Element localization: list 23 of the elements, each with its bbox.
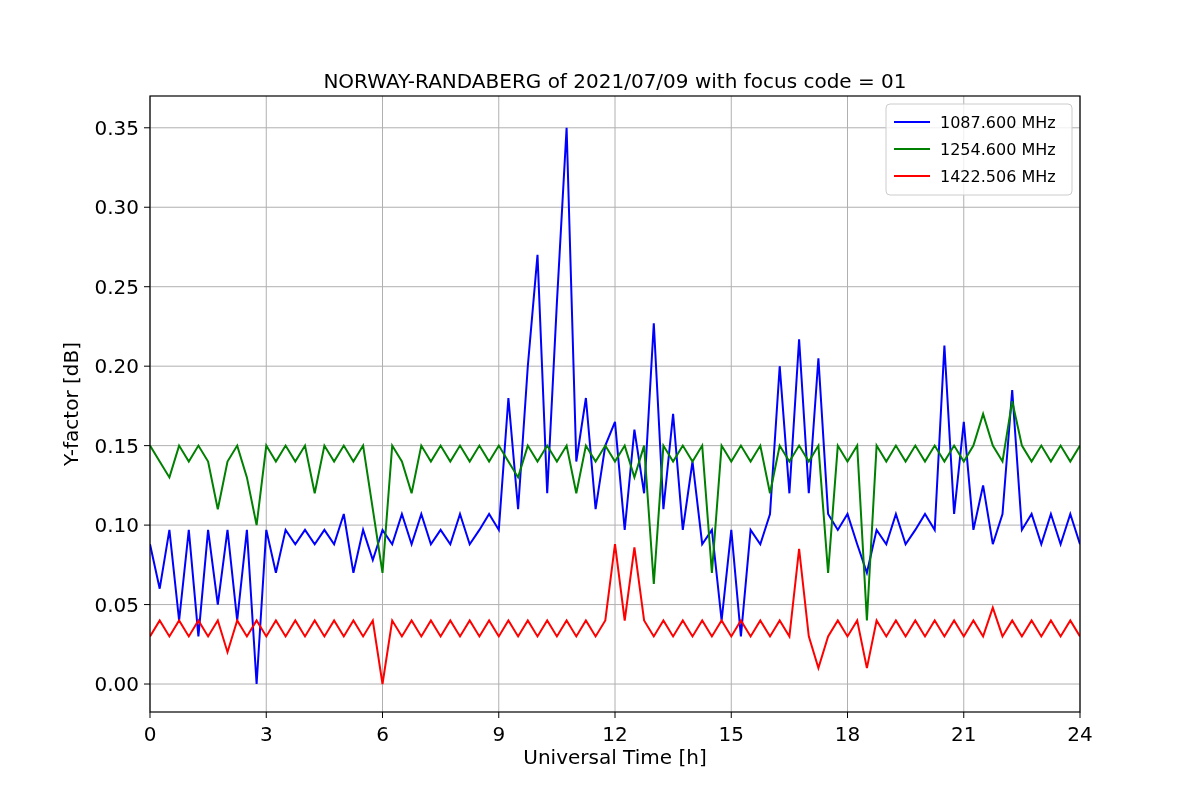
- x-tick-label: 9: [492, 722, 506, 746]
- x-tick-label: 6: [376, 722, 389, 746]
- chart-title: NORWAY-RANDABERG of 2021/07/09 with focus code = 01: [323, 69, 907, 93]
- x-tick-label: 21: [951, 722, 977, 746]
- y-tick-label: 0.15: [94, 433, 139, 458]
- x-axis-label: Universal Time [h]: [523, 745, 707, 769]
- x-tick-label: 18: [834, 722, 861, 746]
- x-tick-label: 15: [718, 722, 744, 746]
- y-tick-label: 0.35: [94, 115, 139, 140]
- y-axis-label: Y-factor [dB]: [59, 342, 83, 466]
- y-tick-label: 0.05: [94, 592, 139, 617]
- y-tick-label: 0.20: [94, 354, 139, 379]
- y-tick-label: 0.25: [94, 274, 139, 299]
- y-tick-label: 0.30: [94, 195, 139, 220]
- x-tick-label: 12: [602, 722, 628, 746]
- legend-label: 1087.600 MHz: [940, 113, 1056, 132]
- legend-label: 1254.600 MHz: [940, 140, 1056, 159]
- legend-label: 1422.506 MHz: [940, 167, 1056, 186]
- x-tick-label: 3: [259, 722, 273, 746]
- x-tick-label: 0: [143, 722, 157, 746]
- y-tick-label: 0.00: [94, 672, 139, 697]
- x-tick-label: 24: [1067, 722, 1093, 746]
- y-tick-label: 0.10: [94, 513, 139, 538]
